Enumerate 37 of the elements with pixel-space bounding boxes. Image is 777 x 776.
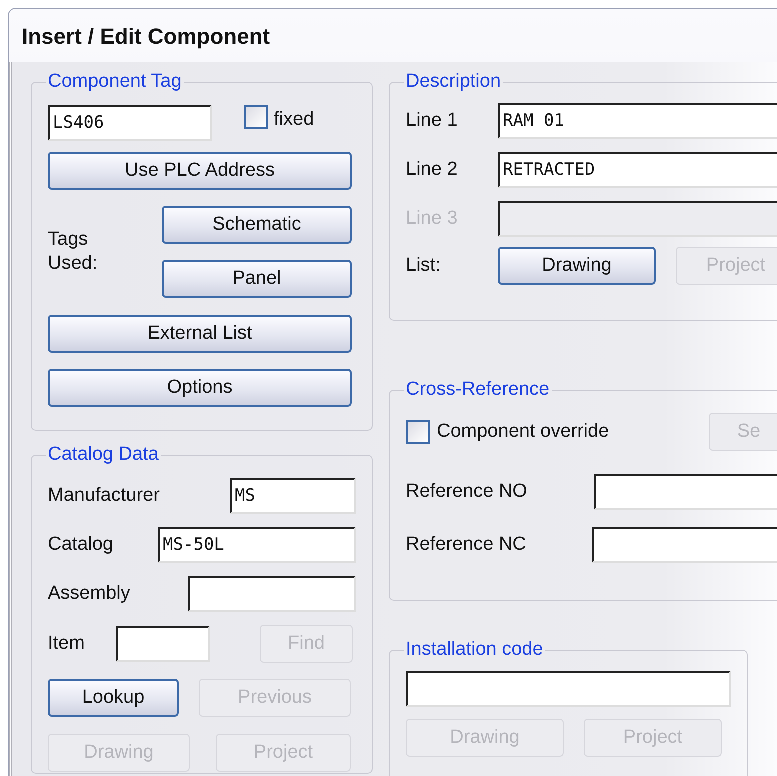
group-title: Description xyxy=(405,71,502,93)
tags-used-label: Tags Used: xyxy=(48,228,99,276)
group-title: Component Tag xyxy=(47,71,183,93)
group-title: Installation code xyxy=(405,639,544,661)
field-label: Assembly xyxy=(48,583,132,605)
button[interactable]: External List xyxy=(48,315,352,353)
button[interactable]: Panel xyxy=(162,260,352,298)
input-field[interactable]: MS xyxy=(230,478,356,514)
field-label: Reference NC xyxy=(406,534,528,556)
tag-field[interactable]: LS406 xyxy=(48,105,212,141)
button[interactable]: Lookup xyxy=(48,679,179,717)
button[interactable]: Options xyxy=(48,369,352,407)
field-label: Reference NO xyxy=(406,481,528,503)
window-title: Insert / Edit Component xyxy=(21,23,272,48)
button[interactable]: Schematic xyxy=(162,206,352,244)
field-label: Line 2 xyxy=(406,159,459,181)
input-field[interactable]: RAM 01 xyxy=(498,103,777,139)
input-field[interactable]: MS-50L xyxy=(158,527,356,563)
button[interactable]: Use PLC Address xyxy=(48,152,352,190)
checkbox-label: Component override xyxy=(437,421,610,443)
checkbox-label: fixed xyxy=(274,109,314,131)
input-field[interactable] xyxy=(188,576,356,612)
input-field[interactable] xyxy=(592,527,777,563)
field-label: Item xyxy=(48,633,86,655)
input-field[interactable] xyxy=(406,671,731,707)
list-label: List: xyxy=(406,255,442,277)
checkbox[interactable] xyxy=(244,105,268,129)
group-title: Cross-Reference xyxy=(405,379,551,401)
button[interactable]: Drawing xyxy=(498,247,656,285)
field-label: Manufacturer xyxy=(48,485,161,507)
field-label: Line 1 xyxy=(406,110,459,132)
input-field[interactable] xyxy=(594,474,777,510)
checkbox[interactable] xyxy=(406,420,430,444)
input-field[interactable]: RETRACTED xyxy=(498,152,777,188)
field-label: Catalog xyxy=(48,534,114,556)
group-title: Catalog Data xyxy=(47,444,160,466)
input-field[interactable] xyxy=(116,626,210,662)
